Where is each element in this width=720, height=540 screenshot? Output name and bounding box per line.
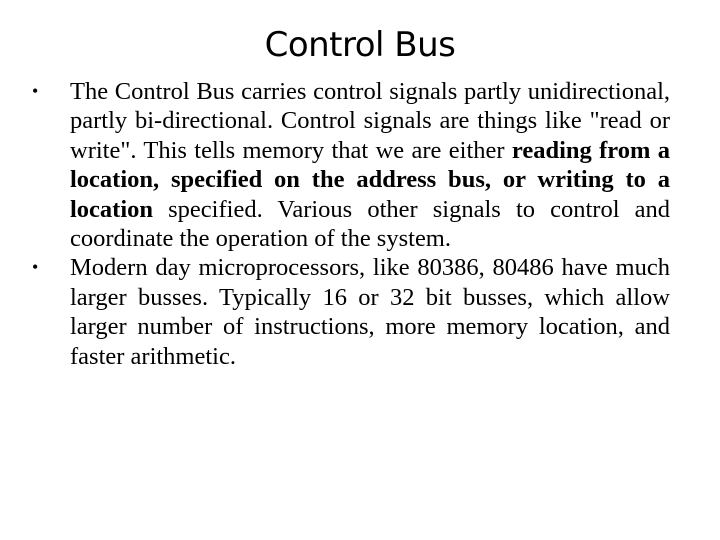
bullet-text: specified. Various other signals to cont… — [70, 195, 670, 253]
slide-title: Control Bus — [264, 25, 456, 65]
bullet-icon: • — [32, 257, 39, 278]
bullet-item-modern-microprocessors: • Modern day microprocessors, like 80386,… — [30, 253, 670, 371]
bullet-icon: • — [32, 81, 39, 101]
bullet-text: Modern day microprocessors, like 80386, … — [70, 254, 670, 370]
bullet-item-control-bus: • The Control Bus carries control signals… — [30, 77, 670, 253]
slide-body: • The Control Bus carries control signals… — [30, 77, 670, 371]
